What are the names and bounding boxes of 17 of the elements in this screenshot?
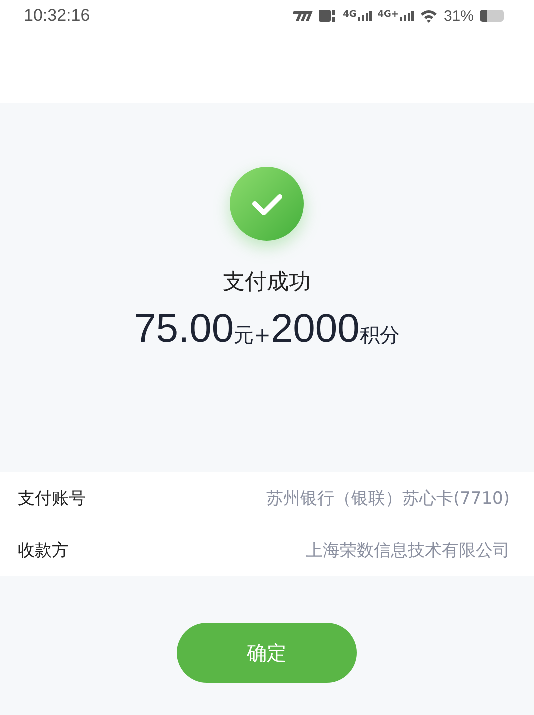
battery-percent: 31% bbox=[444, 8, 474, 24]
detail-label: 支付账号 bbox=[18, 488, 86, 510]
success-check-icon bbox=[229, 166, 305, 242]
signal-icon bbox=[400, 11, 414, 21]
signal-icon bbox=[358, 11, 372, 21]
battery-icon bbox=[480, 10, 504, 22]
payment-status-title: 支付成功 bbox=[223, 269, 311, 297]
confirm-button[interactable]: 确定 bbox=[177, 623, 357, 683]
detail-label: 收款方 bbox=[18, 540, 69, 562]
network-label: 4G+ bbox=[378, 11, 399, 20]
network-label: 4G bbox=[343, 11, 357, 20]
detail-value: 上海荣数信息技术有限公司 bbox=[306, 540, 510, 562]
carrier-icon bbox=[291, 11, 314, 21]
detail-value: 苏州银行（银联）苏心卡(7710) bbox=[266, 488, 510, 510]
payment-amount: 75.00元+2000积分 bbox=[134, 307, 400, 352]
status-time: 10:32:16 bbox=[24, 6, 90, 26]
wifi-icon bbox=[420, 9, 438, 23]
